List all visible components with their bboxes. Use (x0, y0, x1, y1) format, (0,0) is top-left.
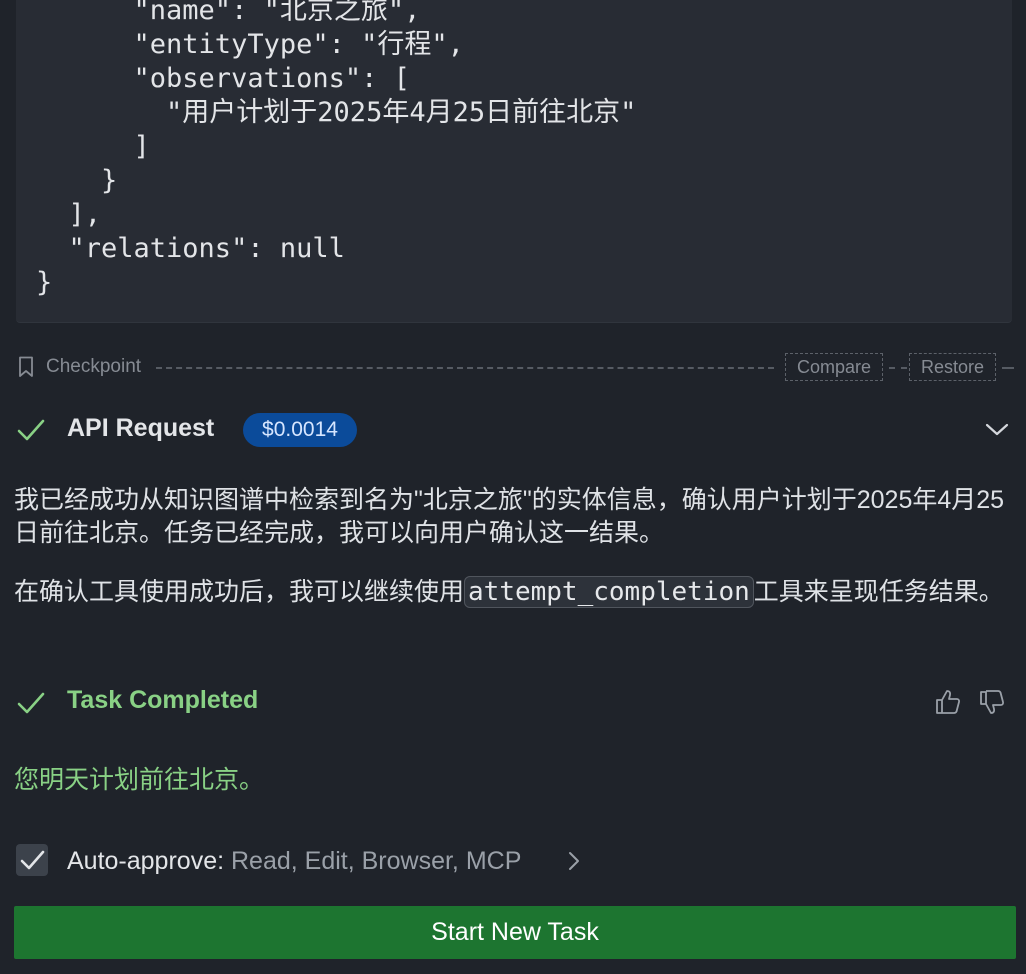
auto-approve-checkbox[interactable] (16, 844, 48, 876)
check-icon (17, 692, 45, 714)
chat-panel: "name": "北京之旅", "entityType": "行程", "obs… (0, 0, 1026, 974)
checkpoint-row: Checkpoint Compare Restore (14, 350, 1026, 384)
code-line: ] (36, 131, 150, 162)
code-line: "relations": null (36, 233, 345, 264)
code-line: "observations": [ (36, 63, 410, 94)
thumbs-down-icon[interactable] (978, 688, 1006, 716)
paragraph-text: 在确认工具使用成功后，我可以继续使用 (14, 578, 465, 606)
chevron-down-icon[interactable] (984, 418, 1010, 440)
task-completed-title: Task Completed (67, 686, 259, 714)
task-result-text: 您明天计划前往北京。 (14, 766, 265, 794)
checkpoint-divider (889, 367, 907, 369)
checkpoint-divider (156, 367, 774, 369)
code-block: "name": "北京之旅", "entityType": "行程", "obs… (16, 0, 1012, 323)
auto-approve-label: Auto-approve: Read, Edit, Browser, MCP (67, 847, 521, 876)
checkpoint-divider (1002, 367, 1014, 369)
paragraph-text: 工具来呈现任务结果。 (753, 578, 1004, 606)
auto-approve-items: Read, Edit, Browser, MCP (231, 847, 522, 875)
message-paragraph: 我已经成功从知识图谱中检索到名为"北京之旅"的实体信息，确认用户计划于2025年… (14, 486, 1005, 547)
code-line: "entityType": "行程", (36, 29, 464, 60)
cost-badge: $0.0014 (243, 413, 357, 447)
restore-button[interactable]: Restore (909, 353, 996, 381)
compare-button[interactable]: Compare (785, 353, 883, 381)
message-paragraph: 在确认工具使用成功后，我可以继续使用 attempt_completion 工具来呈… (14, 576, 1014, 609)
auto-approve-toggle[interactable]: Auto-approve: Read, Edit, Browser, MCP (16, 843, 616, 879)
code-line: } (36, 165, 118, 196)
checkpoint-label: Checkpoint (46, 356, 142, 377)
code-line: ], (36, 199, 102, 230)
code-line: "用户计划于2025年4月25日前往北京" (36, 97, 637, 128)
start-new-task-button[interactable]: Start New Task (14, 906, 1016, 959)
bookmark-icon (19, 356, 33, 377)
code-line: "name": "北京之旅", (36, 0, 421, 26)
check-icon (17, 419, 45, 441)
thumbs-up-icon[interactable] (934, 688, 962, 716)
checkmark-icon (20, 850, 45, 870)
api-request-title: API Request (67, 414, 215, 442)
auto-approve-title: Auto-approve: (67, 847, 225, 875)
chevron-right-icon[interactable] (566, 849, 582, 873)
code-line: } (36, 267, 53, 298)
inline-code: attempt_completion (464, 576, 754, 608)
